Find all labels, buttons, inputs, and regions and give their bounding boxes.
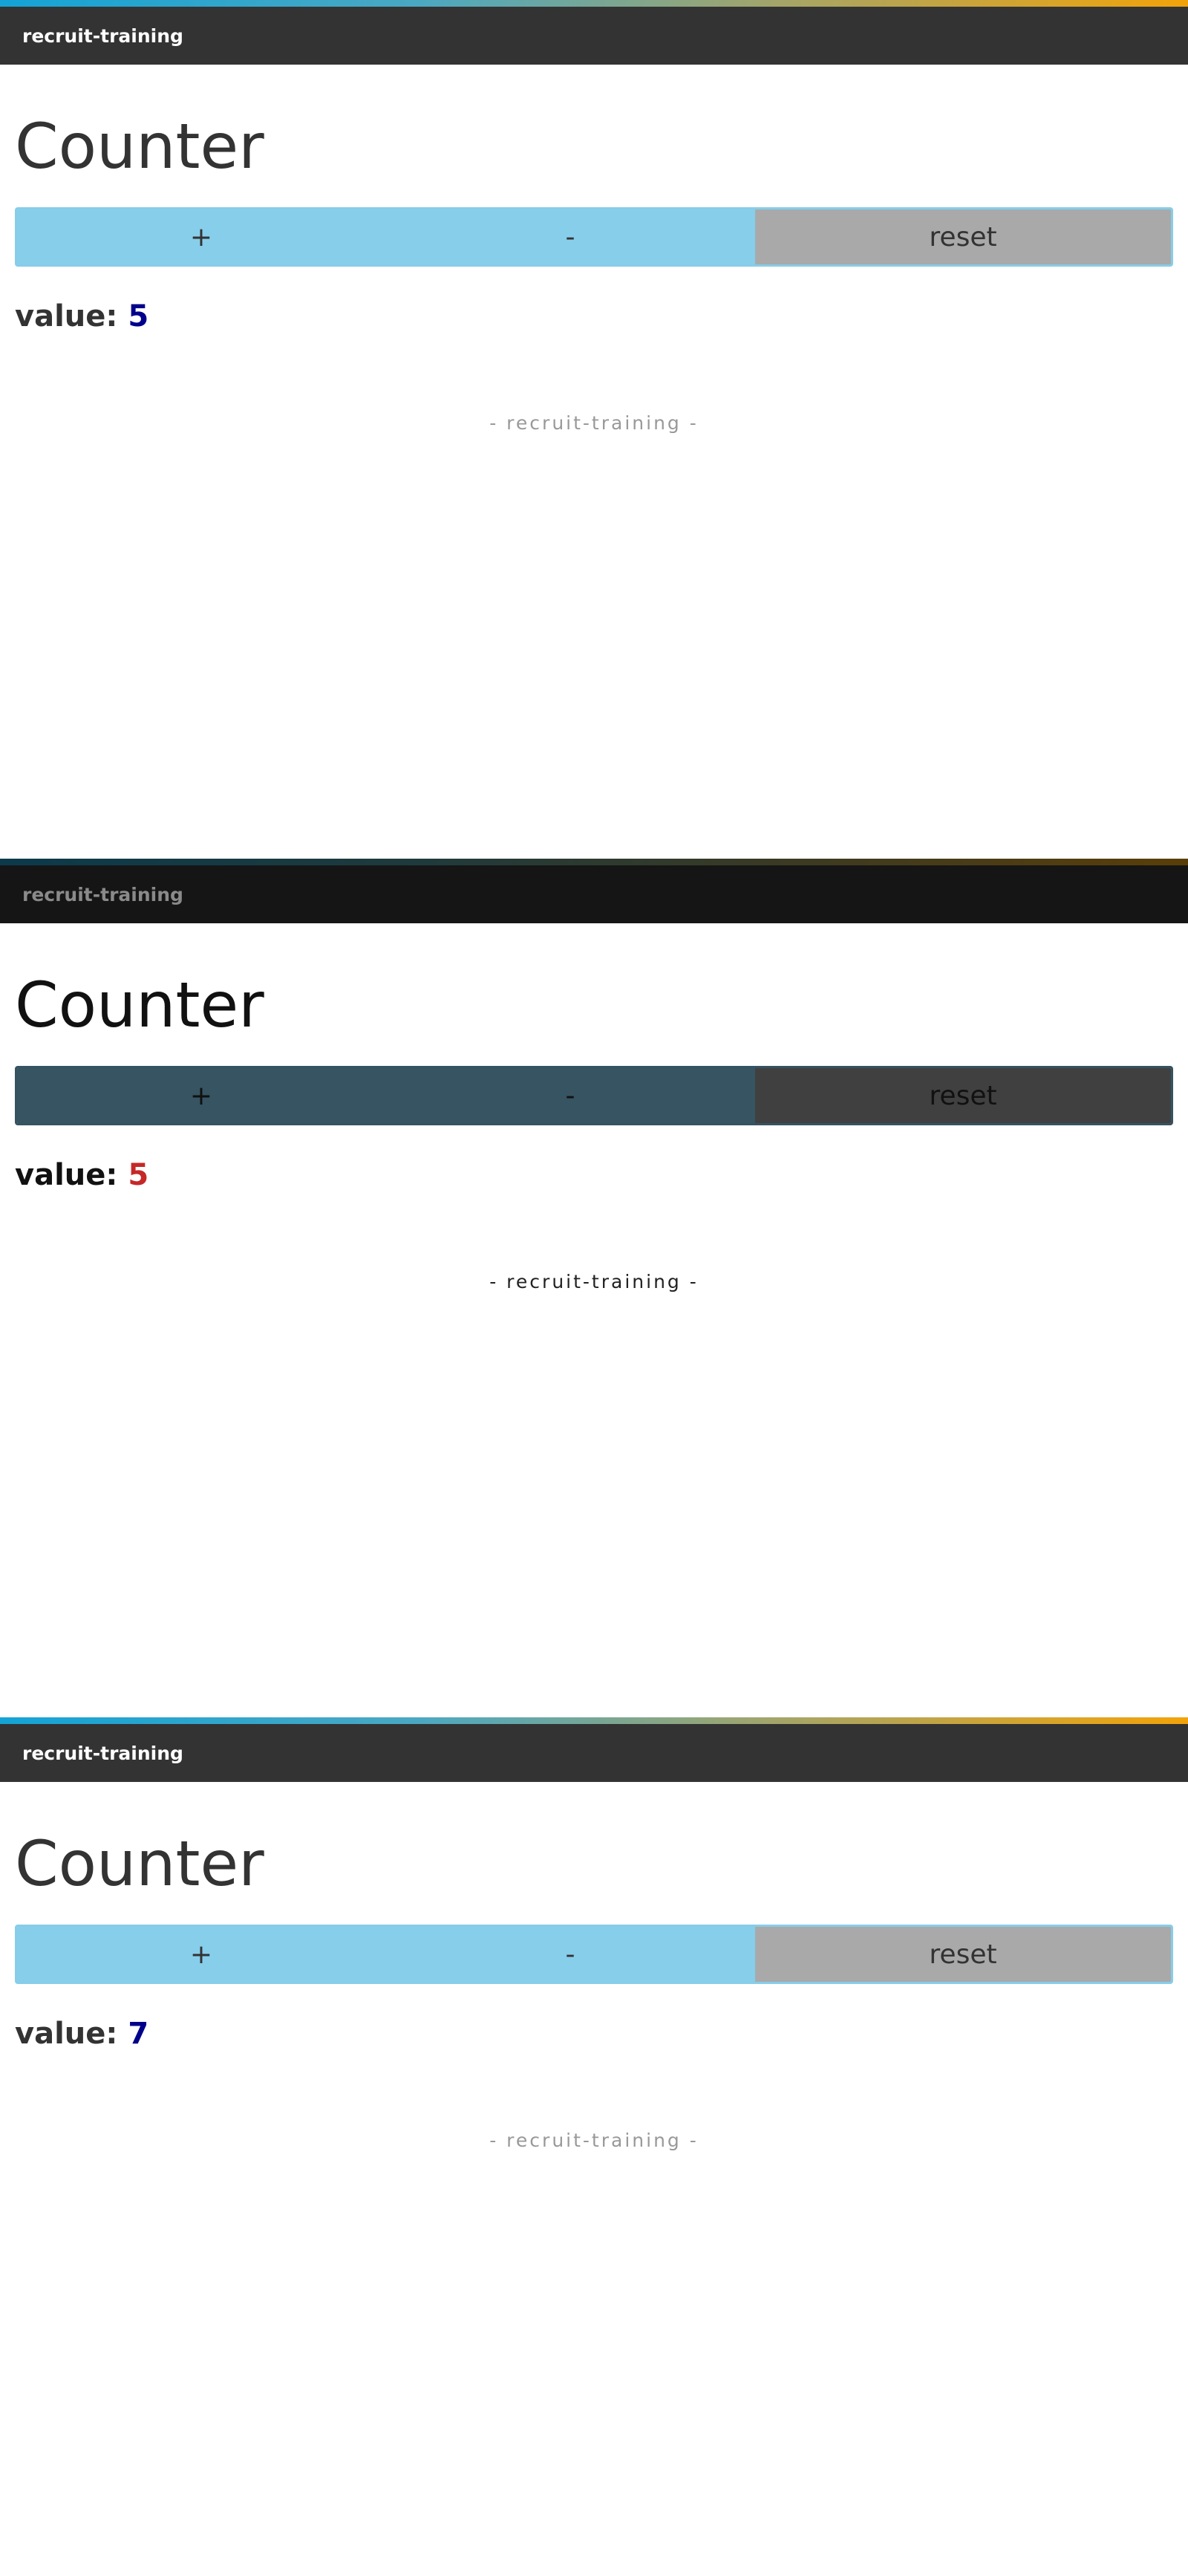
reset-button[interactable]: reset xyxy=(755,1927,1171,1982)
page-title: Counter xyxy=(15,1827,264,1900)
brand-link[interactable]: recruit-training xyxy=(22,1743,183,1764)
counter-frame-2: recruit-training Counter + - reset value… xyxy=(0,859,1188,1717)
counter-value: 5 xyxy=(128,1158,149,1192)
main-content: Counter + - reset value: 5 - recruit-tra… xyxy=(0,974,1188,1292)
value-label: value: xyxy=(15,2017,118,2051)
app-header: recruit-training xyxy=(0,7,1188,65)
counter-frame-3: recruit-training Counter + - reset value… xyxy=(0,1717,1188,2576)
gradient-top-bar xyxy=(0,1717,1188,1724)
decrement-button[interactable]: - xyxy=(385,209,755,264)
value-label: value: xyxy=(15,1158,118,1192)
gradient-top-bar xyxy=(0,859,1188,865)
counter-value: 5 xyxy=(128,299,149,334)
brand-link[interactable]: recruit-training xyxy=(22,25,183,47)
page-title: Counter xyxy=(15,969,264,1041)
brand-link[interactable]: recruit-training xyxy=(22,884,183,905)
counter-button-group: + - reset xyxy=(15,1925,1173,1984)
increment-button[interactable]: + xyxy=(17,209,385,264)
counter-value-display: value: 5 xyxy=(15,299,1173,335)
decrement-button[interactable]: - xyxy=(385,1927,755,1982)
counter-button-group: + - reset xyxy=(15,207,1173,267)
app-header: recruit-training xyxy=(0,865,1188,923)
counter-value-display: value: 5 xyxy=(15,1158,1173,1194)
increment-button[interactable]: + xyxy=(17,1068,385,1123)
page-title: Counter xyxy=(15,110,264,183)
counter-value-display: value: 7 xyxy=(15,2017,1173,2052)
gradient-top-bar xyxy=(0,0,1188,7)
page-footer: - recruit-training - xyxy=(489,412,699,434)
main-content: Counter + - reset value: 5 - recruit-tra… xyxy=(0,115,1188,434)
counter-button-group: + - reset xyxy=(15,1066,1173,1125)
counter-frame-1: recruit-training Counter + - reset value… xyxy=(0,0,1188,859)
reset-button[interactable]: reset xyxy=(755,209,1171,264)
page-footer: - recruit-training - xyxy=(489,1271,699,1292)
increment-button[interactable]: + xyxy=(17,1927,385,1982)
app-header: recruit-training xyxy=(0,1724,1188,1782)
decrement-button[interactable]: - xyxy=(385,1068,755,1123)
value-label: value: xyxy=(15,299,118,334)
reset-button[interactable]: reset xyxy=(755,1068,1171,1123)
main-content: Counter + - reset value: 7 - recruit-tra… xyxy=(0,1832,1188,2151)
page-footer: - recruit-training - xyxy=(489,2130,699,2151)
counter-value: 7 xyxy=(128,2017,149,2051)
